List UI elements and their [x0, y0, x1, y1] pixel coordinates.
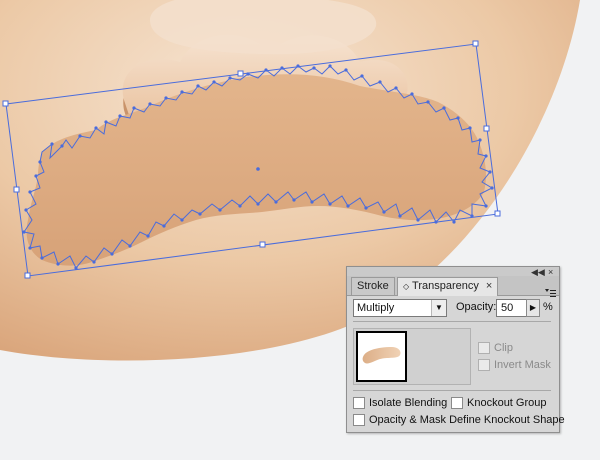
isolate-blending-label: Isolate Blending — [369, 397, 448, 409]
divider — [353, 321, 551, 322]
clip-option[interactable]: Clip — [478, 342, 513, 355]
close-tab-icon[interactable]: × — [486, 280, 492, 292]
blend-mode-select[interactable]: Multiply ▼ — [353, 299, 447, 317]
opacity-unit: % — [543, 301, 553, 313]
tab-stroke-label: Stroke — [357, 280, 389, 292]
panel-menu-icon[interactable] — [544, 287, 556, 299]
opacity-mask-knockout-checkbox[interactable] — [353, 414, 365, 427]
thumbnail-area — [353, 328, 471, 385]
invert-mask-option[interactable]: Invert Mask — [478, 359, 551, 372]
object-thumbnail[interactable] — [356, 331, 407, 382]
clip-label: Clip — [494, 342, 513, 354]
opacity-input[interactable]: 50 — [496, 299, 528, 317]
opacity-mask-knockout-option[interactable]: Opacity & Mask Define Knockout Shape — [353, 414, 565, 427]
knockout-group-checkbox[interactable] — [451, 397, 463, 410]
isolate-blending-checkbox[interactable] — [353, 397, 365, 410]
opacity-mask-knockout-label: Opacity & Mask Define Knockout Shape — [369, 414, 565, 426]
blend-mode-value: Multiply — [357, 302, 395, 314]
invert-mask-checkbox[interactable] — [478, 359, 490, 372]
tab-transparency[interactable]: ◇ Transparency × — [397, 277, 499, 296]
tab-transparency-label: Transparency — [412, 280, 479, 292]
knockout-group-label: Knockout Group — [467, 397, 547, 409]
panel-tabs: Stroke ◇ Transparency × — [347, 276, 559, 299]
chevron-down-icon[interactable]: ▼ — [431, 300, 446, 316]
close-panel-icon[interactable]: × — [548, 268, 553, 277]
updown-arrows-icon: ◇ — [403, 282, 410, 291]
clip-checkbox[interactable] — [478, 342, 490, 355]
divider — [353, 390, 551, 391]
center-point[interactable] — [256, 167, 260, 171]
tab-stroke[interactable]: Stroke — [351, 277, 395, 295]
transparency-panel: ◀◀ × Stroke ◇ Transparency × Multiply ▼ … — [346, 266, 565, 433]
knockout-group-option[interactable]: Knockout Group — [451, 397, 547, 410]
panel-title-bar[interactable]: ◀◀ × — [347, 267, 559, 277]
opacity-slider-arrow-icon[interactable]: ▶ — [526, 299, 540, 317]
isolate-blending-option[interactable]: Isolate Blending — [353, 397, 448, 410]
collapse-panel-icon[interactable]: ◀◀ — [531, 268, 545, 277]
opacity-label: Opacity: — [456, 301, 497, 313]
invert-mask-label: Invert Mask — [494, 359, 551, 371]
